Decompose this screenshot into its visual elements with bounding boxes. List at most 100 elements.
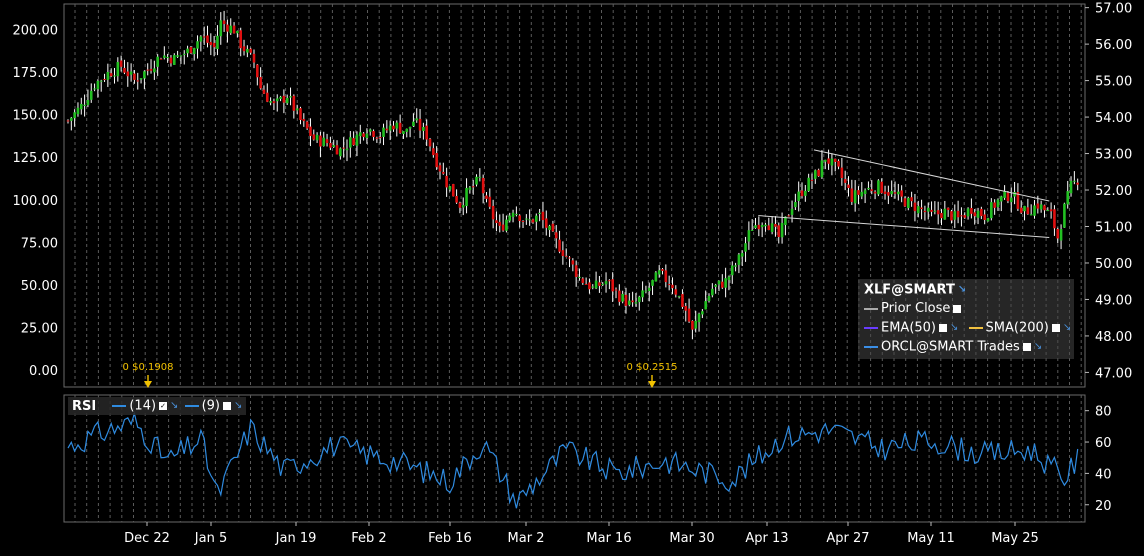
candle-body <box>495 220 498 223</box>
candle-body <box>830 158 834 166</box>
right-tick-label: 53.00 <box>1095 148 1132 163</box>
legend-item-prior-close[interactable]: Prior Close <box>864 300 962 318</box>
candle-body <box>847 184 850 188</box>
candle-body <box>720 281 724 288</box>
legend-title[interactable]: XLF@SMART ↘ <box>864 281 966 299</box>
x-tick-label: Mar 30 <box>669 531 714 546</box>
candle-body <box>807 177 810 192</box>
x-tick-label: Feb 16 <box>428 531 472 546</box>
candle-body <box>282 95 286 103</box>
candle-body <box>1073 180 1076 182</box>
right-tick-label: 55.00 <box>1095 75 1132 90</box>
candle-body <box>890 191 893 195</box>
candle-body <box>528 219 531 221</box>
x-tick-label: May 11 <box>907 531 955 546</box>
candle-body <box>857 190 860 195</box>
candle-body <box>265 92 269 102</box>
candle-body <box>99 80 103 82</box>
rsi9-arrow-icon[interactable]: ↘ <box>234 397 242 415</box>
candle-body <box>664 270 668 283</box>
candle-body <box>598 282 601 286</box>
sma-toggle-icon[interactable] <box>1051 324 1060 332</box>
candle-body <box>950 211 953 221</box>
prior-close-toggle-icon[interactable] <box>953 304 962 313</box>
candle-body <box>166 56 169 58</box>
candle-body <box>966 208 970 217</box>
candle-body <box>1043 205 1046 211</box>
candle-body <box>588 282 591 290</box>
candle-body <box>485 195 488 199</box>
candle-body <box>342 147 345 149</box>
candle-body <box>790 208 794 215</box>
ema-swatch-icon <box>864 327 878 329</box>
candle-body <box>209 41 213 46</box>
candle-body <box>764 224 767 227</box>
candle-body <box>870 189 874 192</box>
legend-title-arrow-icon[interactable]: ↘ <box>958 281 966 299</box>
candle-body <box>548 225 551 230</box>
candle-body <box>442 171 445 174</box>
candle-body <box>408 126 412 129</box>
rsi14-label[interactable]: (14) <box>129 399 156 414</box>
candle-body <box>146 69 150 71</box>
candle-body <box>770 223 774 232</box>
candle-body <box>249 48 252 53</box>
candle-body <box>428 138 432 147</box>
candle-body <box>614 289 618 291</box>
ema-toggle-icon[interactable] <box>939 324 948 332</box>
candle-body <box>760 225 764 228</box>
candle-body <box>657 270 661 275</box>
rsi14-swatch-icon <box>112 405 127 407</box>
candle-body <box>129 71 133 75</box>
rsi14-checkbox-icon[interactable]: ✓ <box>159 402 168 410</box>
legend-item-ema[interactable]: EMA(50) ↘ SMA(200) ↘ <box>864 319 1071 337</box>
candle-body <box>126 71 130 77</box>
right-tick-label: 54.00 <box>1095 111 1132 126</box>
right-tick-label: 47.00 <box>1095 366 1132 381</box>
candle-body <box>794 201 797 208</box>
candle-body <box>827 158 830 164</box>
legend-item-sma[interactable]: SMA(200) <box>986 321 1049 336</box>
candle-body <box>970 207 973 214</box>
candle-body <box>302 118 306 122</box>
candle-body <box>953 211 957 220</box>
candle-body <box>481 177 485 194</box>
candle-body <box>239 30 243 49</box>
candle-body <box>754 225 757 229</box>
left-tick-label: 0.00 <box>29 364 58 379</box>
candle-body <box>425 125 429 140</box>
x-tick-label: Jan 5 <box>194 531 227 546</box>
candle-body <box>212 42 216 48</box>
dividend-label: 0 $0.2515 <box>627 362 678 373</box>
candle-body <box>66 120 70 122</box>
rsi9-label[interactable]: (9) <box>202 399 220 414</box>
candle-body <box>581 278 585 283</box>
rsi9-toggle-icon[interactable] <box>223 402 231 410</box>
candle-body <box>465 187 468 207</box>
candle-body <box>418 118 422 131</box>
candle-body <box>804 190 807 196</box>
candle-body <box>96 80 100 90</box>
orcl-arrow-icon[interactable]: ↘ <box>1034 338 1042 356</box>
candle-body <box>242 46 246 52</box>
x-tick-label: Dec 22 <box>124 531 170 546</box>
candle-body <box>531 219 535 223</box>
candle-body <box>840 167 844 179</box>
legend-item-orcl[interactable]: ORCL@SMART Trades ↘ <box>864 338 1042 356</box>
candle-body <box>358 132 362 137</box>
candle-body <box>990 202 993 219</box>
candle-body <box>936 210 940 215</box>
candle-body <box>169 57 173 64</box>
candle-body <box>289 96 292 98</box>
candle-body <box>109 73 113 77</box>
candle-body <box>757 224 761 230</box>
candle-body <box>538 212 541 215</box>
rsi14-arrow-icon[interactable]: ↘ <box>170 397 178 415</box>
sma-arrow-icon[interactable]: ↘ <box>1063 319 1071 337</box>
candle-body <box>518 215 521 222</box>
ema-arrow-icon[interactable]: ↘ <box>950 319 958 337</box>
candle-body <box>797 191 800 201</box>
orcl-toggle-icon[interactable] <box>1022 343 1031 351</box>
candle-body <box>1039 204 1043 210</box>
candle-body <box>521 220 525 222</box>
